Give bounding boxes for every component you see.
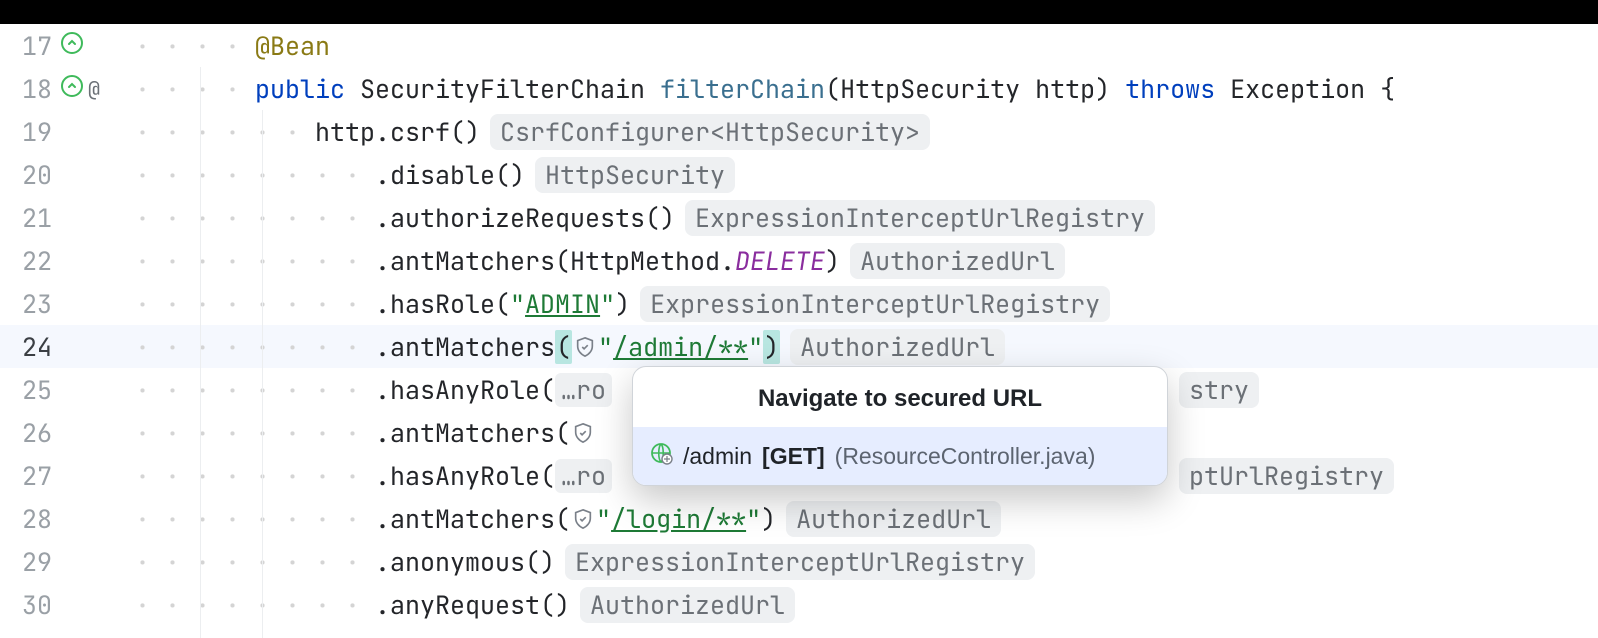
code-line[interactable]: 19 · · · · · · http.csrf() CsrfConfigure… xyxy=(0,110,1598,153)
shield-icon[interactable] xyxy=(574,336,596,358)
code-line[interactable]: 23 · · · · · · · · .hasRole("ADMIN") Exp… xyxy=(0,282,1598,325)
line-number: 21 xyxy=(0,201,56,235)
url-pattern-admin[interactable]: /admin/** xyxy=(613,330,748,364)
type-hint: AuthorizedUrl xyxy=(790,329,1005,365)
line-number: 28 xyxy=(0,502,56,536)
line-number: 17 xyxy=(0,29,56,63)
code-line[interactable]: 22 · · · · · · · · .antMatchers(HttpMeth… xyxy=(0,239,1598,282)
type-hint: ExpressionInterceptUrlRegistry xyxy=(640,286,1110,322)
line-number: 22 xyxy=(0,244,56,278)
globe-icon xyxy=(649,441,673,471)
type-hint: AuthorizedUrl xyxy=(786,501,1001,537)
type-hint: ExpressionInterceptUrlRegistry xyxy=(685,200,1155,236)
shield-icon[interactable] xyxy=(572,422,594,444)
line-number: 26 xyxy=(0,416,56,450)
bracket-highlight: ) xyxy=(763,330,780,364)
url-pattern-login[interactable]: /login/** xyxy=(611,502,746,536)
popup-path: /admin xyxy=(683,443,752,470)
indent-guide xyxy=(262,110,263,638)
window-black-bar xyxy=(0,0,1598,24)
gutter[interactable]: 17 xyxy=(0,29,135,63)
at-icon[interactable]: @ xyxy=(88,76,100,102)
code-fold[interactable]: …ro xyxy=(555,373,612,407)
popup-method: [GET] xyxy=(762,443,825,470)
enum-delete: DELETE xyxy=(735,244,825,278)
gutter[interactable]: 18 @ xyxy=(0,72,135,106)
code-editor[interactable]: 17 · · · · @Bean 18 @ · · · · publ xyxy=(0,24,1598,626)
annotation-bean: @Bean xyxy=(255,29,330,63)
indent-guide xyxy=(200,67,201,638)
code-line[interactable]: 29 · · · · · · · · .anonymous() Expressi… xyxy=(0,540,1598,583)
type-hint: HttpSecurity xyxy=(535,157,735,193)
type-hint: AuthorizedUrl xyxy=(580,587,795,623)
run-icon[interactable] xyxy=(60,29,84,63)
code-line-current[interactable]: 24 · · · · · · · · .antMatchers( "/admin… xyxy=(0,325,1598,368)
code-line[interactable]: 17 · · · · @Bean xyxy=(0,24,1598,67)
line-number: 23 xyxy=(0,287,56,321)
method-name: filterChain xyxy=(660,72,825,106)
shield-icon[interactable] xyxy=(572,508,594,530)
popup-location: (ResourceController.java) xyxy=(835,443,1096,470)
popup-item[interactable]: /admin [GET] (ResourceController.java) xyxy=(633,427,1167,485)
type-hint: AuthorizedUrl xyxy=(850,243,1065,279)
line-number: 25 xyxy=(0,373,56,407)
keyword-public: public xyxy=(255,72,345,106)
line-number: 20 xyxy=(0,158,56,192)
type-hint: CsrfConfigurer<HttpSecurity> xyxy=(490,114,930,150)
line-number: 24 xyxy=(0,330,56,364)
code-line[interactable]: 20 · · · · · · · · .disable() HttpSecuri… xyxy=(0,153,1598,196)
type-hint: ExpressionInterceptUrlRegistry xyxy=(565,544,1035,580)
line-number: 18 xyxy=(0,72,56,106)
code-line[interactable]: 28 · · · · · · · · .antMatchers( "/login… xyxy=(0,497,1598,540)
line-number: 27 xyxy=(0,459,56,493)
line-number: 30 xyxy=(0,588,56,622)
type-hint: stry xyxy=(1179,372,1259,408)
type-hint: ptUrlRegistry xyxy=(1179,458,1394,494)
code-line[interactable]: 21 · · · · · · · · .authorizeRequests() … xyxy=(0,196,1598,239)
keyword-throws: throws xyxy=(1125,72,1215,106)
navigate-popup: Navigate to secured URL /admin [GET] (Re… xyxy=(632,366,1168,486)
line-number: 19 xyxy=(0,115,56,149)
run-icon[interactable] xyxy=(60,72,84,106)
code-line[interactable]: 18 @ · · · · public SecurityFilterChain … xyxy=(0,67,1598,110)
popup-title: Navigate to secured URL xyxy=(633,367,1167,427)
code-line[interactable]: 30 · · · · · · · · .anyRequest() Authori… xyxy=(0,583,1598,626)
code-fold[interactable]: …ro xyxy=(555,459,612,493)
bracket-highlight: ( xyxy=(555,330,572,364)
line-number: 29 xyxy=(0,545,56,579)
